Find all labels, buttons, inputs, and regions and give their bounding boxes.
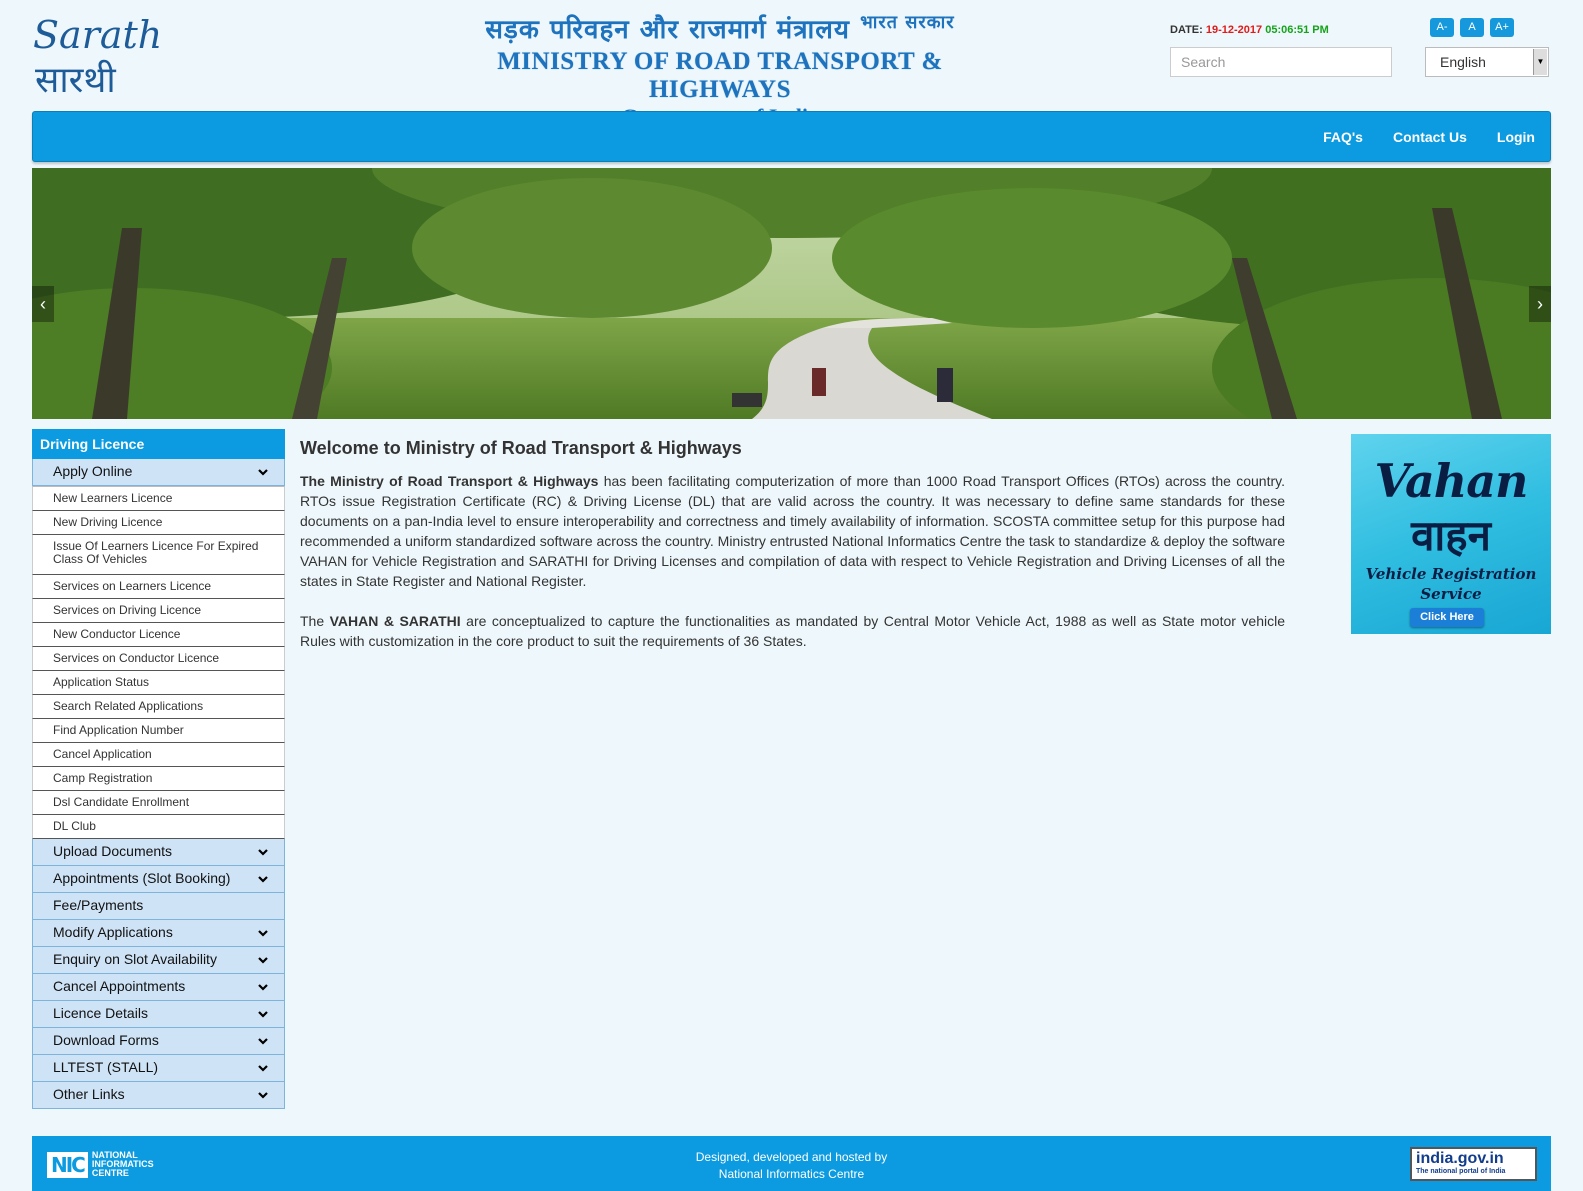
- sidebar-item-lltest-stall[interactable]: LLTEST (STALL): [32, 1055, 285, 1082]
- vahan-sarathi-paragraph: The VAHAN & SARATHI are conceptualized t…: [300, 613, 1285, 649]
- india-gov-logo[interactable]: india.gov.in The national portal of Indi…: [1410, 1147, 1537, 1181]
- font-normal-button[interactable]: A: [1460, 18, 1484, 37]
- sidebar-item-fee-payments[interactable]: Fee/Payments: [32, 893, 285, 920]
- chevron-down-icon: [258, 1065, 268, 1072]
- vahan-click-here-button[interactable]: Click Here: [1410, 608, 1484, 627]
- sidebar-sub-find-application[interactable]: Find Application Number: [32, 719, 285, 743]
- vahan-service-banner[interactable]: Vahan वाहन Vehicle Registration Service …: [1351, 434, 1551, 634]
- banner-road-image: [32, 168, 1551, 419]
- site-footer: NIC NATIONAL INFORMATICS CENTRE Designed…: [32, 1136, 1551, 1191]
- nav-contact-link[interactable]: Contact Us: [1393, 129, 1467, 145]
- sidebar-item-enquiry-slot[interactable]: Enquiry on Slot Availability: [32, 947, 285, 974]
- sidebar-sub-application-status[interactable]: Application Status: [32, 671, 285, 695]
- nav-login-link[interactable]: Login: [1497, 129, 1535, 145]
- ministry-hindi-title: सड़क परिवहन और राजमार्ग मंत्रालय भारत सर…: [485, 12, 955, 45]
- carousel-prev-button[interactable]: ‹: [32, 286, 54, 322]
- sidebar-item-cancel-appointments[interactable]: Cancel Appointments: [32, 974, 285, 1001]
- page-title: Welcome to Ministry of Road Transport & …: [300, 438, 742, 458]
- sidebar-sub-camp-registration[interactable]: Camp Registration: [32, 767, 285, 791]
- chevron-down-icon: [258, 1011, 268, 1018]
- logo-english-text: Sarathi: [33, 13, 163, 57]
- sidebar-item-appointments[interactable]: Appointments (Slot Booking): [32, 866, 285, 893]
- chevron-down-icon: [258, 984, 268, 991]
- sidebar-sub-services-driving[interactable]: Services on Driving Licence: [32, 599, 285, 623]
- sidebar-sub-dl-club[interactable]: DL Club: [32, 815, 285, 839]
- sidebar-sub-search-related[interactable]: Search Related Applications: [32, 695, 285, 719]
- sidebar-sub-new-learners-licence[interactable]: New Learners Licence: [32, 486, 285, 511]
- sarathi-logo[interactable]: Sarathi सारथी: [31, 8, 174, 101]
- sidebar-sub-services-learners[interactable]: Services on Learners Licence: [32, 575, 285, 599]
- intro-paragraph: The Ministry of Road Transport & Highway…: [300, 473, 1285, 589]
- sidebar-sub-new-driving-licence[interactable]: New Driving Licence: [32, 511, 285, 535]
- vahan-title-hindi: वाहन: [1411, 511, 1491, 560]
- font-increase-button[interactable]: A+: [1490, 18, 1514, 37]
- vahan-subtitle: Vehicle Registration Service: [1365, 565, 1537, 603]
- main-navbar: FAQ's Contact Us Login: [32, 111, 1551, 162]
- sidebar-item-licence-details[interactable]: Licence Details: [32, 1001, 285, 1028]
- sidebar-title: Driving Licence: [32, 429, 285, 459]
- sidebar-item-other-links[interactable]: Other Links: [32, 1082, 285, 1109]
- sidebar-item-upload-documents[interactable]: Upload Documents: [32, 839, 285, 866]
- language-select[interactable]: English ▼: [1425, 47, 1549, 77]
- sidebar-sub-new-conductor[interactable]: New Conductor Licence: [32, 623, 285, 647]
- date-time-display: DATE: 19-12-2017 05:06:51 PM: [1170, 24, 1329, 36]
- chevron-down-icon: [258, 930, 268, 937]
- hero-carousel: ‹ ›: [32, 168, 1551, 419]
- ministry-emblem: सड़क परिवहन और राजमार्ग मंत्रालय भारत सर…: [440, 10, 1000, 129]
- font-decrease-button[interactable]: A-: [1430, 18, 1454, 37]
- current-date: 19-12-2017: [1205, 24, 1263, 36]
- sidebar-menu: Driving Licence Apply Online New Learner…: [32, 429, 285, 1109]
- sidebar-sub-dsl-enrollment[interactable]: Dsl Candidate Enrollment: [32, 791, 285, 815]
- dropdown-arrow-icon[interactable]: ▼: [1533, 49, 1547, 75]
- logo-hindi-text: सारथी: [35, 59, 116, 100]
- vahan-title-english: Vahan: [1374, 454, 1529, 508]
- sidebar-sub-services-conductor[interactable]: Services on Conductor Licence: [32, 647, 285, 671]
- chevron-down-icon: [258, 469, 268, 476]
- nav-faq-link[interactable]: FAQ's: [1323, 129, 1363, 145]
- font-size-controls: A- A A+: [1430, 18, 1514, 37]
- carousel-next-button[interactable]: ›: [1529, 286, 1551, 322]
- main-content: Welcome to Ministry of Road Transport & …: [300, 438, 1285, 671]
- sidebar-item-download-forms[interactable]: Download Forms: [32, 1028, 285, 1055]
- chevron-down-icon: [258, 1038, 268, 1045]
- chevron-down-icon: [258, 957, 268, 964]
- ministry-title: MINISTRY OF ROAD TRANSPORT & HIGHWAYS: [497, 48, 943, 103]
- sidebar-item-apply-online[interactable]: Apply Online: [32, 459, 285, 486]
- sidebar-item-modify-applications[interactable]: Modify Applications: [32, 920, 285, 947]
- sidebar-sub-issue-ll-expired[interactable]: Issue Of Learners Licence For Expired Cl…: [32, 535, 285, 575]
- chevron-down-icon: [258, 876, 268, 883]
- current-time: 05:06:51 PM: [1265, 24, 1329, 36]
- sidebar-sub-cancel-application[interactable]: Cancel Application: [32, 743, 285, 767]
- chevron-down-icon: [258, 849, 268, 856]
- chevron-down-icon: [258, 1092, 268, 1099]
- search-input[interactable]: [1170, 47, 1392, 77]
- footer-credit: Designed, developed and hosted by Nation…: [695, 1150, 888, 1181]
